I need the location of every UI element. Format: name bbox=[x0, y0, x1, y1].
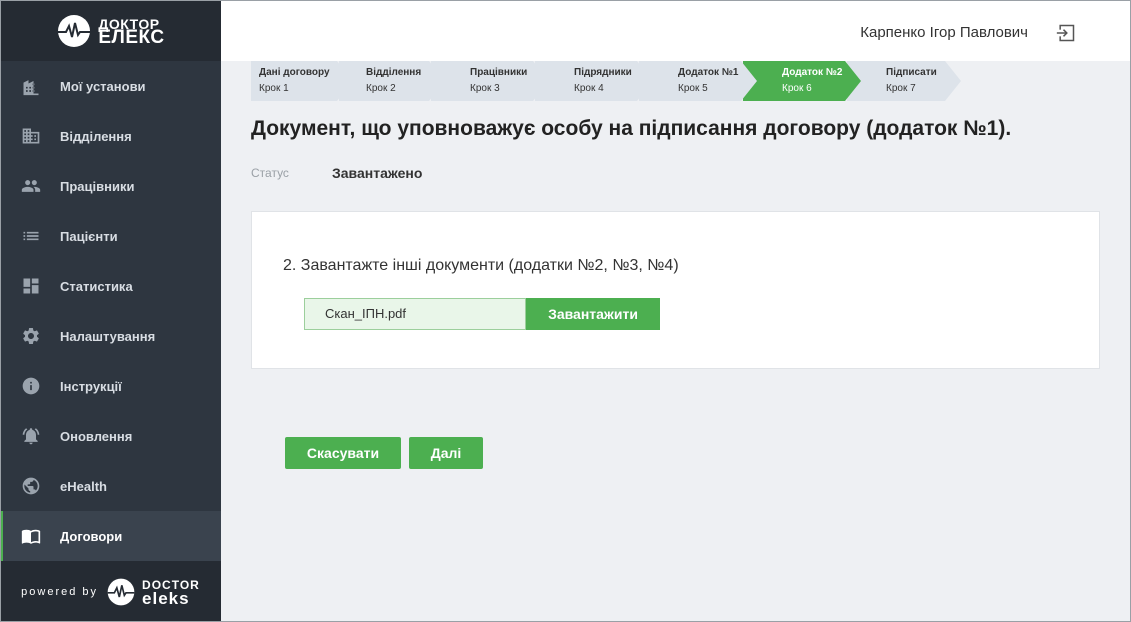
step-title: Додаток №1 bbox=[678, 67, 739, 78]
list-icon bbox=[20, 225, 42, 247]
step-title: Працівники bbox=[470, 67, 528, 78]
step-appendix-2[interactable]: Додаток №2 Крок 6 bbox=[743, 61, 861, 101]
sidebar-item-updates[interactable]: Оновлення bbox=[0, 411, 221, 461]
info-icon bbox=[20, 375, 42, 397]
wordmark-line2: eleks bbox=[142, 588, 190, 608]
sidebar-nav: Мої установи Відділення Працівники Паціє… bbox=[0, 61, 221, 561]
sidebar-item-patients[interactable]: Пацієнти bbox=[0, 211, 221, 261]
status-label: Статус bbox=[251, 166, 289, 180]
office-icon bbox=[20, 125, 42, 147]
brand-logo[interactable]: ДОКТОР ЕЛЕКС bbox=[0, 0, 221, 61]
sidebar-item-label: Статистика bbox=[60, 278, 133, 294]
step-subtitle: Крок 6 bbox=[782, 83, 812, 94]
sidebar-item-label: eHealth bbox=[60, 478, 107, 494]
page-title: Документ, що уповноважує особу на підпис… bbox=[251, 117, 1012, 140]
cancel-button[interactable]: Скасувати bbox=[285, 437, 401, 469]
sidebar-item-contracts[interactable]: Договори bbox=[0, 511, 221, 561]
step-title: Дані договору bbox=[259, 67, 330, 78]
book-icon bbox=[20, 525, 42, 547]
step-title: Підписати bbox=[886, 67, 937, 78]
status-value: Завантажено bbox=[332, 165, 423, 181]
step-contractors[interactable]: Підрядники Крок 4 bbox=[535, 61, 653, 101]
powered-by-text: powered by bbox=[21, 585, 99, 598]
people-icon bbox=[20, 175, 42, 197]
sidebar-item-ehealth[interactable]: eHealth bbox=[0, 461, 221, 511]
sidebar-item-label: Працівники bbox=[60, 178, 135, 194]
step-subtitle: Крок 4 bbox=[574, 83, 604, 94]
logout-icon[interactable] bbox=[1056, 23, 1076, 43]
step-employees[interactable]: Працівники Крок 3 bbox=[431, 61, 549, 101]
step-title: Підрядники bbox=[574, 67, 632, 78]
step-contract-data[interactable]: Дані договору Крок 1 bbox=[251, 61, 353, 101]
upload-card: 2. Завантажте інші документи (додатки №2… bbox=[251, 211, 1100, 369]
sidebar: ДОКТОР ЕЛЕКС Мої установи Відділення Пра… bbox=[0, 0, 221, 622]
upload-heading: 2. Завантажте інші документи (додатки №2… bbox=[283, 257, 679, 274]
sidebar-item-statistics[interactable]: Статистика bbox=[0, 261, 221, 311]
sidebar-item-label: Мої установи bbox=[60, 78, 146, 94]
file-name-field[interactable]: Скан_ІПН.pdf bbox=[304, 298, 526, 330]
top-bar: Карпенко Ігор Павлович bbox=[221, 0, 1131, 61]
step-subtitle: Крок 5 bbox=[678, 83, 708, 94]
step-title: Додаток №2 bbox=[782, 67, 843, 78]
step-appendix-1[interactable]: Додаток №1 Крок 5 bbox=[639, 61, 757, 101]
doctor-eleks-wordmark: DOCTOR eleks bbox=[142, 578, 200, 608]
sidebar-item-label: Налаштування bbox=[60, 328, 156, 344]
step-subtitle: Крок 1 bbox=[259, 83, 289, 94]
sidebar-item-label: Інструкції bbox=[60, 378, 122, 394]
powered-by-footer: powered by DOCTOR eleks bbox=[0, 561, 221, 622]
step-subtitle: Крок 3 bbox=[470, 83, 500, 94]
brand-line2: ЕЛЕКС bbox=[98, 26, 165, 48]
sidebar-item-instructions[interactable]: Інструкції bbox=[0, 361, 221, 411]
next-button[interactable]: Далі bbox=[409, 437, 483, 469]
sidebar-item-label: Відділення bbox=[60, 128, 132, 144]
sidebar-item-institutions[interactable]: Мої установи bbox=[0, 61, 221, 111]
user-name[interactable]: Карпенко Ігор Павлович bbox=[860, 24, 1028, 41]
sidebar-item-departments[interactable]: Відділення bbox=[0, 111, 221, 161]
heartbeat-logo-icon bbox=[107, 578, 135, 605]
sidebar-item-label: Оновлення bbox=[60, 428, 133, 444]
sidebar-item-label: Пацієнти bbox=[60, 228, 118, 244]
step-subtitle: Крок 7 bbox=[886, 83, 916, 94]
step-subtitle: Крок 2 bbox=[366, 83, 396, 94]
building-icon bbox=[20, 75, 42, 97]
step-title: Відділення bbox=[366, 67, 422, 78]
brand-name: ДОКТОР ЕЛЕКС bbox=[98, 17, 165, 48]
sidebar-item-label: Договори bbox=[60, 528, 123, 544]
sidebar-item-settings[interactable]: Налаштування bbox=[0, 311, 221, 361]
dashboard-icon bbox=[20, 275, 42, 297]
globe-icon bbox=[20, 475, 42, 497]
heartbeat-logo-icon bbox=[58, 14, 91, 47]
sidebar-item-employees[interactable]: Працівники bbox=[0, 161, 221, 211]
alarm-bell-icon bbox=[20, 425, 42, 447]
step-sign[interactable]: Підписати Крок 7 bbox=[847, 61, 961, 101]
upload-button[interactable]: Завантажити bbox=[526, 298, 660, 330]
gear-icon bbox=[20, 325, 42, 347]
